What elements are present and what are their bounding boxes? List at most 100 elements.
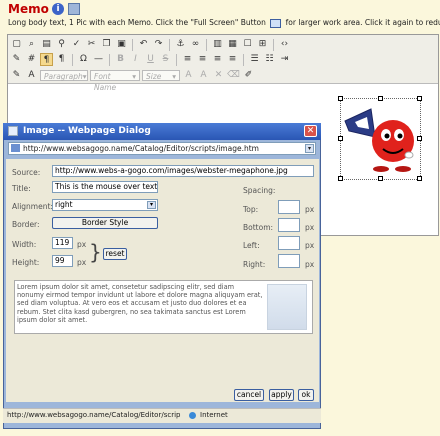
border-label: Border: bbox=[12, 220, 40, 229]
link-icon[interactable]: ∞ bbox=[189, 38, 202, 51]
ok-button[interactable]: ok bbox=[298, 389, 314, 401]
insert-image-icon[interactable]: ▥ bbox=[211, 38, 224, 51]
anchor-icon[interactable]: ⚓ bbox=[174, 38, 187, 51]
resize-handle[interactable] bbox=[378, 176, 383, 181]
toolbar-divider bbox=[273, 38, 274, 51]
spacing-left-unit: px bbox=[305, 241, 315, 250]
toolbar-row-1: ▢ ⌕ ▤ ⚲ ✓ ✂ ❐ ▣ ↶ ↷ ⚓ ∞ ▥ ▦ ☐ ⊞ ‹› bbox=[10, 37, 291, 52]
resize-handle[interactable] bbox=[417, 96, 422, 101]
copy-icon[interactable]: ❐ bbox=[100, 38, 113, 51]
memo-description: Long body text, 1 Pic with each Memo. Cl… bbox=[8, 18, 440, 28]
font-color-icon[interactable]: A bbox=[182, 69, 195, 82]
megaphone-mascot-image bbox=[344, 108, 414, 172]
toolbar-divider bbox=[72, 53, 73, 66]
close-icon[interactable]: ✕ bbox=[304, 125, 317, 137]
font-name-select[interactable]: Font Name ▾ bbox=[90, 70, 140, 92]
width-input[interactable]: 119 bbox=[52, 237, 73, 249]
align-center-icon[interactable]: ≡ bbox=[196, 53, 209, 66]
strikethrough-icon[interactable]: S bbox=[159, 53, 172, 66]
edit-style-icon[interactable]: ✎ bbox=[10, 69, 23, 82]
spacing-left-input[interactable] bbox=[278, 236, 300, 250]
spellcheck-icon[interactable]: ✓ bbox=[70, 38, 83, 51]
status-zone: Internet bbox=[200, 411, 228, 419]
toolbar-divider bbox=[206, 38, 207, 51]
full-screen-icon[interactable] bbox=[270, 18, 282, 28]
page-icon bbox=[11, 144, 20, 152]
dialog-titlebar[interactable]: Image -- Webpage Dialog ✕ bbox=[3, 123, 321, 140]
toolbar-divider bbox=[243, 53, 244, 66]
fullscreen-icon[interactable]: ▢ bbox=[10, 38, 23, 51]
apply-button[interactable]: apply bbox=[269, 389, 294, 401]
justify-icon[interactable]: ≡ bbox=[226, 53, 239, 66]
underline-icon[interactable]: U bbox=[144, 53, 157, 66]
alignment-select[interactable]: right ▾ bbox=[52, 199, 158, 211]
spacing-left-label: Left: bbox=[243, 241, 260, 250]
cut-icon[interactable]: ✂ bbox=[85, 38, 98, 51]
resize-handle[interactable] bbox=[378, 96, 383, 101]
preview-image-placeholder bbox=[267, 284, 307, 330]
title-input[interactable]: This is the mouse over text bbox=[52, 181, 158, 193]
redo-icon[interactable]: ↷ bbox=[152, 38, 165, 51]
align-left-icon[interactable]: ≡ bbox=[181, 53, 194, 66]
remove-format-icon[interactable]: ✕ bbox=[212, 69, 225, 82]
resize-handle[interactable] bbox=[417, 176, 422, 181]
border-style-button[interactable]: Border Style bbox=[52, 217, 158, 229]
reset-button[interactable]: reset bbox=[103, 248, 127, 260]
source-code-icon[interactable]: ‹› bbox=[278, 38, 291, 51]
italic-icon[interactable]: I bbox=[129, 53, 142, 66]
internet-zone-icon bbox=[189, 412, 196, 419]
description-text: Long body text, 1 Pic with each Memo. Cl… bbox=[8, 18, 266, 27]
grid-icon[interactable]: ⊞ bbox=[256, 38, 269, 51]
resize-handle[interactable] bbox=[338, 176, 343, 181]
source-input[interactable]: http://www.webs-a-gogo.com/images/webste… bbox=[52, 165, 314, 177]
image-icon[interactable] bbox=[68, 3, 80, 15]
height-input[interactable]: 99 bbox=[52, 255, 73, 267]
paste-icon[interactable]: ▣ bbox=[115, 38, 128, 51]
clean-icon[interactable]: ⌫ bbox=[227, 69, 240, 82]
direction-icon[interactable]: ¶ bbox=[55, 53, 68, 66]
description-tail: for larger work area. Click it again to … bbox=[285, 18, 440, 27]
info-icon[interactable]: i bbox=[52, 3, 64, 15]
resize-handle[interactable] bbox=[338, 96, 343, 101]
new-document-icon[interactable]: ▤ bbox=[40, 38, 53, 51]
omega-icon[interactable]: Ω bbox=[77, 53, 90, 66]
indent-icon[interactable]: ⇥ bbox=[278, 53, 291, 66]
toolbar-row-2: ✎ # ¶ ¶ Ω — B I U S ≡ ≡ ≡ ≡ ☰ ☷ ⇥ bbox=[10, 52, 291, 67]
undo-icon[interactable]: ↶ bbox=[137, 38, 150, 51]
toolbar-row-3: ✎ A Paragraph ▾ Font Name ▾ Size ▾ A A ✕ ⌫ … bbox=[10, 68, 255, 92]
pencil-icon[interactable]: ✎ bbox=[10, 53, 23, 66]
form-icon[interactable]: ☐ bbox=[241, 38, 254, 51]
width-unit: px bbox=[77, 240, 87, 249]
resize-handle[interactable] bbox=[417, 136, 422, 141]
horizontal-rule-icon[interactable]: — bbox=[92, 53, 105, 66]
insert-table-icon[interactable]: ▦ bbox=[226, 38, 239, 51]
alignment-label: Alignment: bbox=[12, 202, 53, 211]
eraser-icon[interactable]: ✐ bbox=[242, 69, 255, 82]
size-select[interactable]: Size ▾ bbox=[142, 70, 180, 81]
height-unit: px bbox=[77, 258, 87, 267]
selected-image[interactable] bbox=[338, 96, 422, 181]
paragraph-select[interactable]: Paragraph ▾ bbox=[40, 70, 88, 81]
spacing-right-input[interactable] bbox=[278, 254, 300, 268]
address-bar: http://www.websagogo.name/Catalog/Editor… bbox=[8, 142, 316, 155]
address-dropdown-icon[interactable]: ▾ bbox=[305, 144, 314, 153]
preview-icon[interactable]: ⌕ bbox=[25, 38, 38, 51]
dropdown-arrow-icon: ▾ bbox=[132, 72, 136, 81]
style-icon[interactable]: A bbox=[25, 69, 38, 82]
css-icon[interactable]: # bbox=[25, 53, 38, 66]
size-link-bracket: } bbox=[89, 240, 102, 264]
bold-icon[interactable]: B bbox=[114, 53, 127, 66]
spacing-top-input[interactable] bbox=[278, 200, 300, 214]
resize-handle[interactable] bbox=[338, 136, 343, 141]
cancel-button[interactable]: cancel bbox=[234, 389, 264, 401]
paragraph-mark-icon[interactable]: ¶ bbox=[40, 53, 53, 66]
unordered-list-icon[interactable]: ☷ bbox=[263, 53, 276, 66]
alignment-value: right bbox=[55, 200, 73, 209]
spacing-top-unit: px bbox=[305, 205, 315, 214]
highlight-icon[interactable]: A bbox=[197, 69, 210, 82]
align-right-icon[interactable]: ≡ bbox=[211, 53, 224, 66]
spacing-bottom-input[interactable] bbox=[278, 218, 300, 232]
find-icon[interactable]: ⚲ bbox=[55, 38, 68, 51]
ordered-list-icon[interactable]: ☰ bbox=[248, 53, 261, 66]
status-url: http://www.websagogo.name/Catalog/Editor… bbox=[7, 411, 181, 419]
